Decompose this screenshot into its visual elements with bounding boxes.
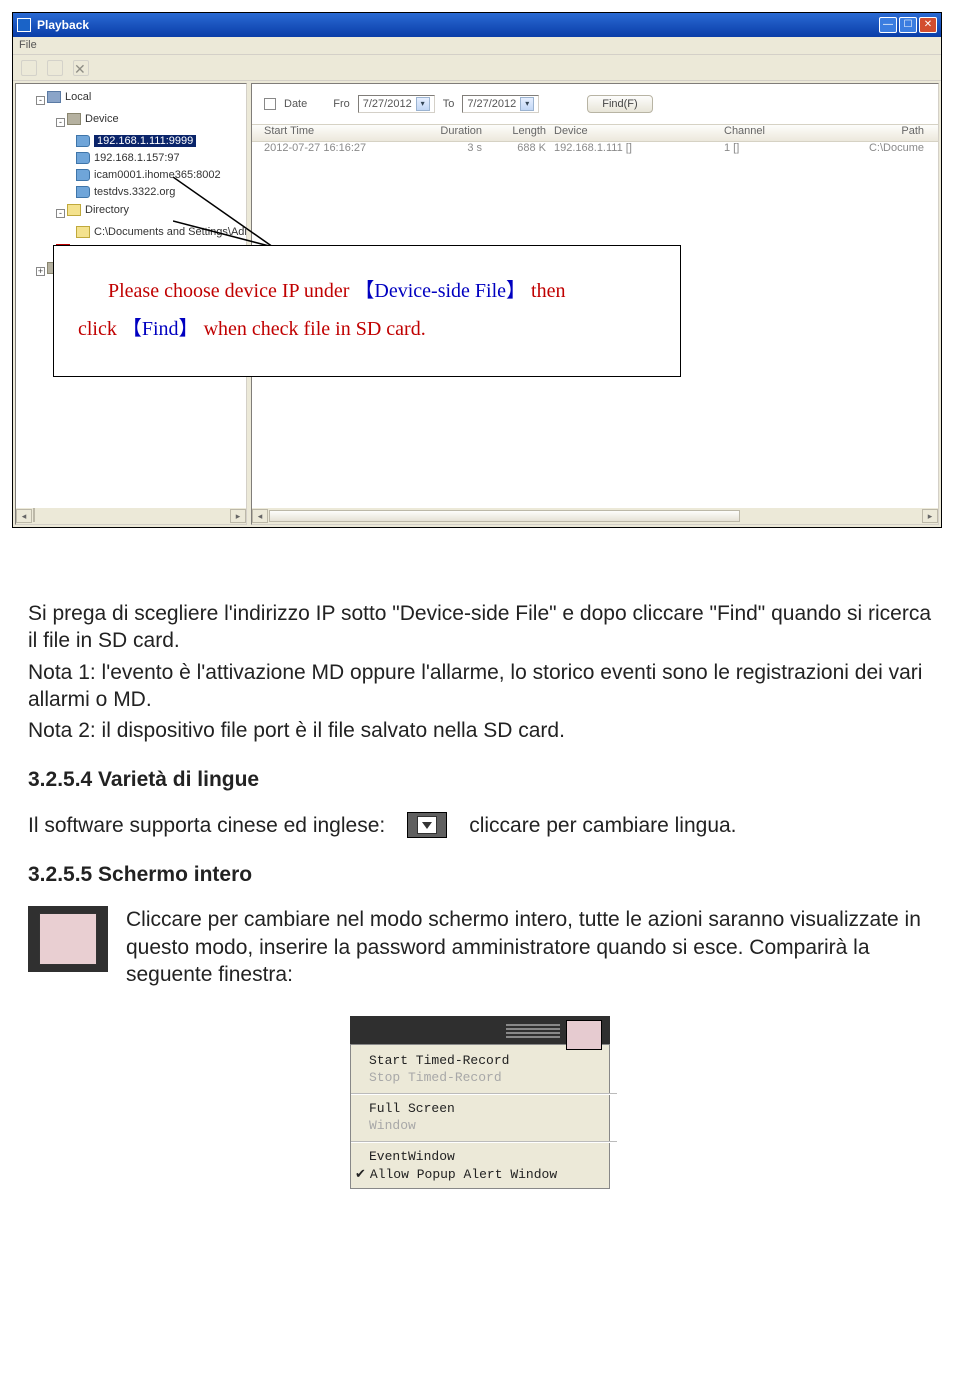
toolbar-icon-save[interactable]: [21, 60, 37, 76]
dropdown-icon[interactable]: ▾: [520, 97, 534, 111]
filter-bar: Date Fro 7/27/2012▾ To 7/27/2012▾ Find(F…: [252, 84, 938, 124]
cell-start: 2012-07-27 16:16:27: [264, 142, 434, 160]
toolbar: ✕: [13, 55, 941, 81]
cell-device: 192.168.1.111 []: [554, 142, 724, 160]
tree-ip-4[interactable]: testdvs.3322.org: [94, 186, 175, 198]
heading-languages: 3.2.5.4 Varietà di lingue: [28, 766, 932, 793]
tree-ip-2[interactable]: 192.168.1.157:97: [94, 152, 180, 164]
cell-length: 688 K: [494, 142, 554, 160]
dropdown-icon[interactable]: ▾: [416, 97, 430, 111]
document-body: Si prega di scegliere l'indirizzo IP sot…: [0, 540, 960, 1219]
from-label: Fro: [333, 98, 350, 110]
tree-scrollbar[interactable]: ◂ ▸: [16, 508, 246, 524]
tree-ip-selected[interactable]: 192.168.1.111:9999: [94, 135, 196, 147]
callout-text: click: [78, 318, 117, 340]
date-label: Date: [284, 98, 307, 110]
date-checkbox[interactable]: [264, 98, 276, 110]
titlebar: Playback — ☐ ✕: [13, 13, 941, 37]
fullscreen-icon[interactable]: [28, 906, 108, 972]
cell-duration: 3 s: [434, 142, 494, 160]
cell-path: C:\Docume: [844, 142, 926, 160]
col-length[interactable]: Length: [494, 125, 554, 141]
para-1: Si prega di scegliere l'indirizzo IP sot…: [28, 600, 932, 655]
grid-header: Start Time Duration Length Device Channe…: [252, 124, 938, 142]
col-start-time[interactable]: Start Time: [264, 125, 434, 141]
lang-text-left: Il software supporta cinese ed inglese:: [28, 812, 385, 839]
callout-text: then: [531, 280, 565, 302]
col-path[interactable]: Path: [844, 125, 926, 141]
callout-bracket-2: 【Find】: [122, 318, 199, 340]
callout-text: when check file in SD card.: [204, 318, 426, 340]
minimize-button[interactable]: —: [879, 17, 897, 33]
cell-channel: 1 []: [724, 142, 844, 160]
lang-text-right: cliccare per cambiare lingua.: [469, 812, 736, 839]
scroll-left-icon[interactable]: ◂: [16, 509, 32, 523]
window-buttons: — ☐ ✕: [879, 17, 937, 33]
menubar: File: [13, 37, 941, 55]
toolbar-icon-delete[interactable]: ✕: [73, 60, 89, 76]
menu-allow-popup-alert[interactable]: ✔Allow Popup Alert Window: [369, 1166, 599, 1184]
tree-device[interactable]: Device: [85, 113, 119, 125]
window-title: Playback: [37, 18, 879, 32]
grid-row[interactable]: 2012-07-27 16:16:27 3 s 688 K 192.168.1.…: [252, 142, 938, 160]
language-switch-icon[interactable]: [407, 812, 447, 838]
scroll-right-icon[interactable]: ▸: [922, 509, 938, 523]
results-scrollbar[interactable]: ◂ ▸: [252, 508, 938, 524]
menu-event-window[interactable]: EventWindow: [369, 1149, 599, 1166]
col-device[interactable]: Device: [554, 125, 724, 141]
menu-stop-timed-record: Stop Timed-Record: [369, 1070, 599, 1087]
fullscreen-text: Cliccare per cambiare nel modo schermo i…: [126, 906, 932, 988]
instruction-callout: Please choose device IP under 【Device-si…: [53, 245, 681, 377]
para-note2: Nota 2: il dispositivo file port è il fi…: [28, 717, 932, 744]
heading-fullscreen: 3.2.5.5 Schermo intero: [28, 861, 932, 888]
menu-file[interactable]: File: [19, 39, 37, 51]
menu-start-timed-record[interactable]: Start Timed-Record: [369, 1053, 599, 1070]
popup-menu-preview: Start Timed-Record Stop Timed-Record Ful…: [350, 1016, 610, 1188]
toolbar-icon-open[interactable]: [47, 60, 63, 76]
callout-bracket-1: 【Device-side File】: [354, 280, 526, 302]
col-channel[interactable]: Channel: [724, 125, 844, 141]
playback-window: Playback — ☐ ✕ File ✕ -Local -Device 192…: [12, 12, 942, 528]
scroll-left-icon[interactable]: ◂: [252, 509, 268, 523]
para-note1: Nota 1: l'evento è l'attivazione MD oppu…: [28, 659, 932, 714]
tree-local[interactable]: Local: [65, 91, 91, 103]
maximize-button[interactable]: ☐: [899, 17, 917, 33]
tree-directory[interactable]: Directory: [85, 204, 129, 216]
close-button[interactable]: ✕: [919, 17, 937, 33]
scroll-right-icon[interactable]: ▸: [230, 509, 246, 523]
col-duration[interactable]: Duration: [434, 125, 494, 141]
app-icon: [17, 18, 31, 32]
menu-full-screen[interactable]: Full Screen: [369, 1101, 599, 1118]
callout-text: Please choose device IP under: [108, 280, 354, 302]
date-from-input[interactable]: 7/27/2012▾: [358, 95, 435, 113]
to-label: To: [443, 98, 455, 110]
find-button[interactable]: Find(F): [587, 95, 652, 113]
date-to-input[interactable]: 7/27/2012▾: [462, 95, 539, 113]
menu-window: Window: [369, 1118, 599, 1135]
